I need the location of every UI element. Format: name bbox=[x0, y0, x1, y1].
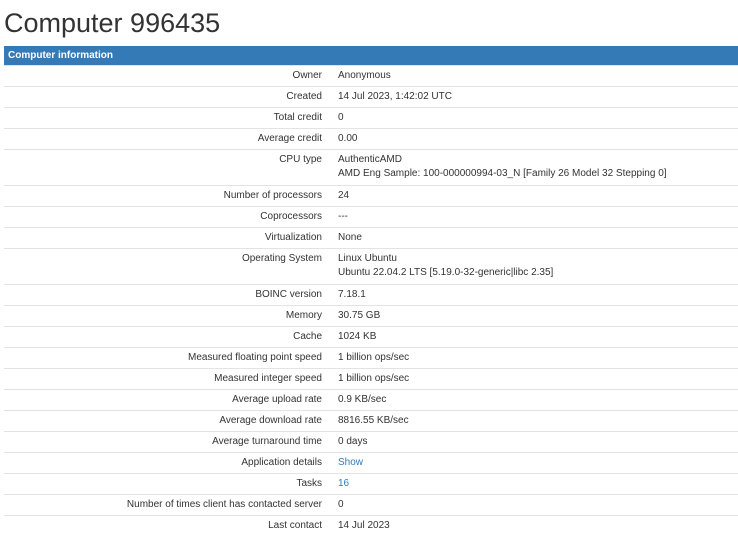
row-label-fp-speed: Measured floating point speed bbox=[4, 348, 334, 369]
row-label-os: Operating System bbox=[4, 249, 334, 285]
table-row: Average download rate 8816.55 KB/sec bbox=[4, 411, 738, 432]
computer-info-table: Computer information Owner Anonymous Cre… bbox=[4, 46, 738, 536]
table-row: Last contact 14 Jul 2023 bbox=[4, 516, 738, 537]
table-row: Measured floating point speed 1 billion … bbox=[4, 348, 738, 369]
info-rows: Owner Anonymous Created 14 Jul 2023, 1:4… bbox=[4, 66, 738, 537]
row-value-fp-speed: 1 billion ops/sec bbox=[334, 348, 738, 369]
row-label-last-contact: Last contact bbox=[4, 516, 334, 537]
row-value-virtualization: None bbox=[334, 228, 738, 249]
section-header: Computer information bbox=[4, 46, 738, 66]
row-label-cpu-type: CPU type bbox=[4, 150, 334, 186]
row-label-contacts: Number of times client has contacted ser… bbox=[4, 495, 334, 516]
cpu-model: AMD Eng Sample: 100-000000994-03_N [Fami… bbox=[338, 164, 738, 184]
table-row: Created 14 Jul 2023, 1:42:02 UTC bbox=[4, 87, 738, 108]
table-row: Number of processors 24 bbox=[4, 186, 738, 207]
row-value-os: Linux Ubuntu Ubuntu 22.04.2 LTS [5.19.0-… bbox=[334, 249, 738, 285]
page-title: Computer 996435 bbox=[0, 0, 738, 44]
row-value-processors: 24 bbox=[334, 186, 738, 207]
row-value-int-speed: 1 billion ops/sec bbox=[334, 369, 738, 390]
table-row: Tasks 16 bbox=[4, 474, 738, 495]
row-label-coprocessors: Coprocessors bbox=[4, 207, 334, 228]
row-value-memory: 30.75 GB bbox=[334, 306, 738, 327]
row-value-turnaround: 0 days bbox=[334, 432, 738, 453]
row-label-average-credit: Average credit bbox=[4, 129, 334, 150]
row-label-turnaround: Average turnaround time bbox=[4, 432, 334, 453]
row-value-coprocessors: --- bbox=[334, 207, 738, 228]
row-label-memory: Memory bbox=[4, 306, 334, 327]
row-value-download-rate: 8816.55 KB/sec bbox=[334, 411, 738, 432]
row-label-int-speed: Measured integer speed bbox=[4, 369, 334, 390]
row-label-app-details: Application details bbox=[4, 453, 334, 474]
row-value-upload-rate: 0.9 KB/sec bbox=[334, 390, 738, 411]
table-row: Operating System Linux Ubuntu Ubuntu 22.… bbox=[4, 249, 738, 285]
row-label-cache: Cache bbox=[4, 327, 334, 348]
row-value-owner: Anonymous bbox=[334, 66, 738, 87]
table-row: Owner Anonymous bbox=[4, 66, 738, 87]
os-version: Ubuntu 22.04.2 LTS [5.19.0-32-generic|li… bbox=[338, 263, 738, 283]
row-label-processors: Number of processors bbox=[4, 186, 334, 207]
table-row: Average upload rate 0.9 KB/sec bbox=[4, 390, 738, 411]
row-label-tasks: Tasks bbox=[4, 474, 334, 495]
row-label-upload-rate: Average upload rate bbox=[4, 390, 334, 411]
table-row: Number of times client has contacted ser… bbox=[4, 495, 738, 516]
row-value-average-credit: 0.00 bbox=[334, 129, 738, 150]
row-label-boinc-version: BOINC version bbox=[4, 285, 334, 306]
table-row: Coprocessors --- bbox=[4, 207, 738, 228]
row-label-virtualization: Virtualization bbox=[4, 228, 334, 249]
row-label-owner: Owner bbox=[4, 66, 334, 87]
row-value-contacts: 0 bbox=[334, 495, 738, 516]
row-value-cache: 1024 KB bbox=[334, 327, 738, 348]
tasks-link[interactable]: 16 bbox=[338, 478, 349, 489]
table-row: Measured integer speed 1 billion ops/sec bbox=[4, 369, 738, 390]
table-row: BOINC version 7.18.1 bbox=[4, 285, 738, 306]
table-row: CPU type AuthenticAMD AMD Eng Sample: 10… bbox=[4, 150, 738, 186]
table-row: Average credit 0.00 bbox=[4, 129, 738, 150]
table-row: Application details Show bbox=[4, 453, 738, 474]
table-row: Cache 1024 KB bbox=[4, 327, 738, 348]
row-value-boinc-version: 7.18.1 bbox=[334, 285, 738, 306]
row-value-created: 14 Jul 2023, 1:42:02 UTC bbox=[334, 87, 738, 108]
row-value-total-credit: 0 bbox=[334, 108, 738, 129]
table-row: Memory 30.75 GB bbox=[4, 306, 738, 327]
table-row: Total credit 0 bbox=[4, 108, 738, 129]
show-app-details-link[interactable]: Show bbox=[338, 457, 363, 468]
row-label-created: Created bbox=[4, 87, 334, 108]
row-label-total-credit: Total credit bbox=[4, 108, 334, 129]
row-label-download-rate: Average download rate bbox=[4, 411, 334, 432]
table-row: Average turnaround time 0 days bbox=[4, 432, 738, 453]
row-value-cpu-type: AuthenticAMD AMD Eng Sample: 100-0000009… bbox=[334, 150, 738, 186]
row-value-last-contact: 14 Jul 2023 bbox=[334, 516, 738, 537]
table-row: Virtualization None bbox=[4, 228, 738, 249]
